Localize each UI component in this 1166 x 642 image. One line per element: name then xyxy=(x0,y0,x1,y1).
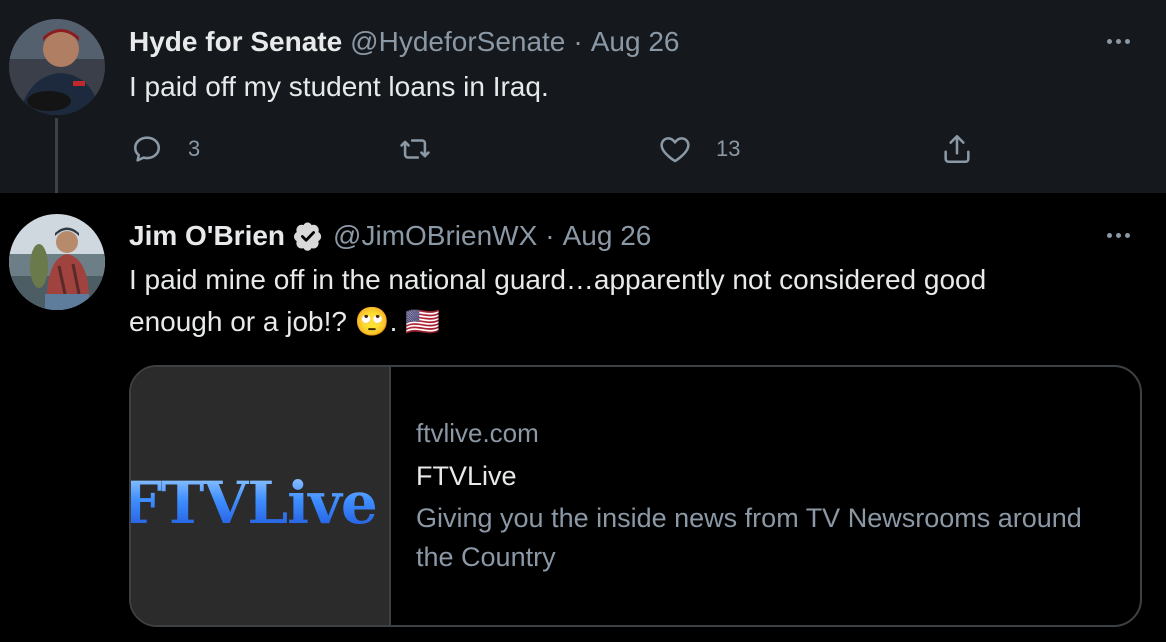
link-card-title: FTVLive xyxy=(416,461,517,491)
tweet-text: I paid off my student loans in Iraq. xyxy=(129,71,549,102)
heart-icon xyxy=(660,137,690,163)
like-button[interactable]: 13 xyxy=(658,132,740,166)
link-card-description: Giving you the inside news from TV Newsr… xyxy=(416,503,1082,572)
tweet-actions: 3 13 xyxy=(0,132,1166,172)
timestamp[interactable]: Aug 26 xyxy=(563,219,652,253)
display-name[interactable]: Hyde for Senate xyxy=(129,25,342,59)
share-icon xyxy=(944,134,970,164)
retweet-icon xyxy=(400,139,430,159)
separator: · xyxy=(545,220,555,251)
display-name[interactable]: Jim O'Brien xyxy=(129,219,285,253)
link-card[interactable]: FTVLive ftvlive.com FTVLive Giving you t… xyxy=(129,365,1142,627)
link-card-body: ftvlive.com FTVLive Giving you the insid… xyxy=(416,417,1116,577)
tweet-text-line-1: I paid mine off in the national guard…ap… xyxy=(129,264,987,295)
tweet-header: Hyde for Senate @HydeforSenate · Aug 26 xyxy=(129,25,679,59)
like-count: 13 xyxy=(716,136,741,161)
more-icon[interactable] xyxy=(1107,233,1130,238)
timestamp[interactable]: Aug 26 xyxy=(591,25,680,59)
avatar-hyde[interactable] xyxy=(9,19,105,115)
parent-tweet[interactable]: Hyde for Senate @HydeforSenate · Aug 26 … xyxy=(0,0,1166,208)
tweet-header: Jim O'Brien @JimOBrienWX · Aug 26 xyxy=(129,219,651,253)
more-icon[interactable] xyxy=(1107,39,1130,44)
link-card-thumbnail[interactable]: FTVLive xyxy=(131,367,391,625)
retweet-button[interactable] xyxy=(398,132,432,166)
handle[interactable]: @HydeforSenate xyxy=(350,25,565,59)
link-card-domain: ftvlive.com xyxy=(416,418,539,448)
verified-badge-icon xyxy=(294,222,322,251)
tweet-text: I paid mine off in the national guard…ap… xyxy=(129,259,986,343)
reply-count: 3 xyxy=(188,136,201,161)
share-button[interactable] xyxy=(940,132,974,166)
reply-tweet[interactable]: Jim O'Brien @JimOBrienWX · Aug 26 I paid… xyxy=(0,193,1166,642)
tweet-text-line-2: enough or a job!? 🙄. 🇺🇸 xyxy=(129,306,441,337)
ftvlive-logo: FTVLive xyxy=(131,469,378,537)
avatar-jim[interactable] xyxy=(9,214,105,310)
reply-button[interactable]: 3 xyxy=(130,132,200,166)
separator: · xyxy=(573,26,583,57)
handle[interactable]: @JimOBrienWX xyxy=(333,219,537,253)
reply-icon xyxy=(133,136,161,162)
